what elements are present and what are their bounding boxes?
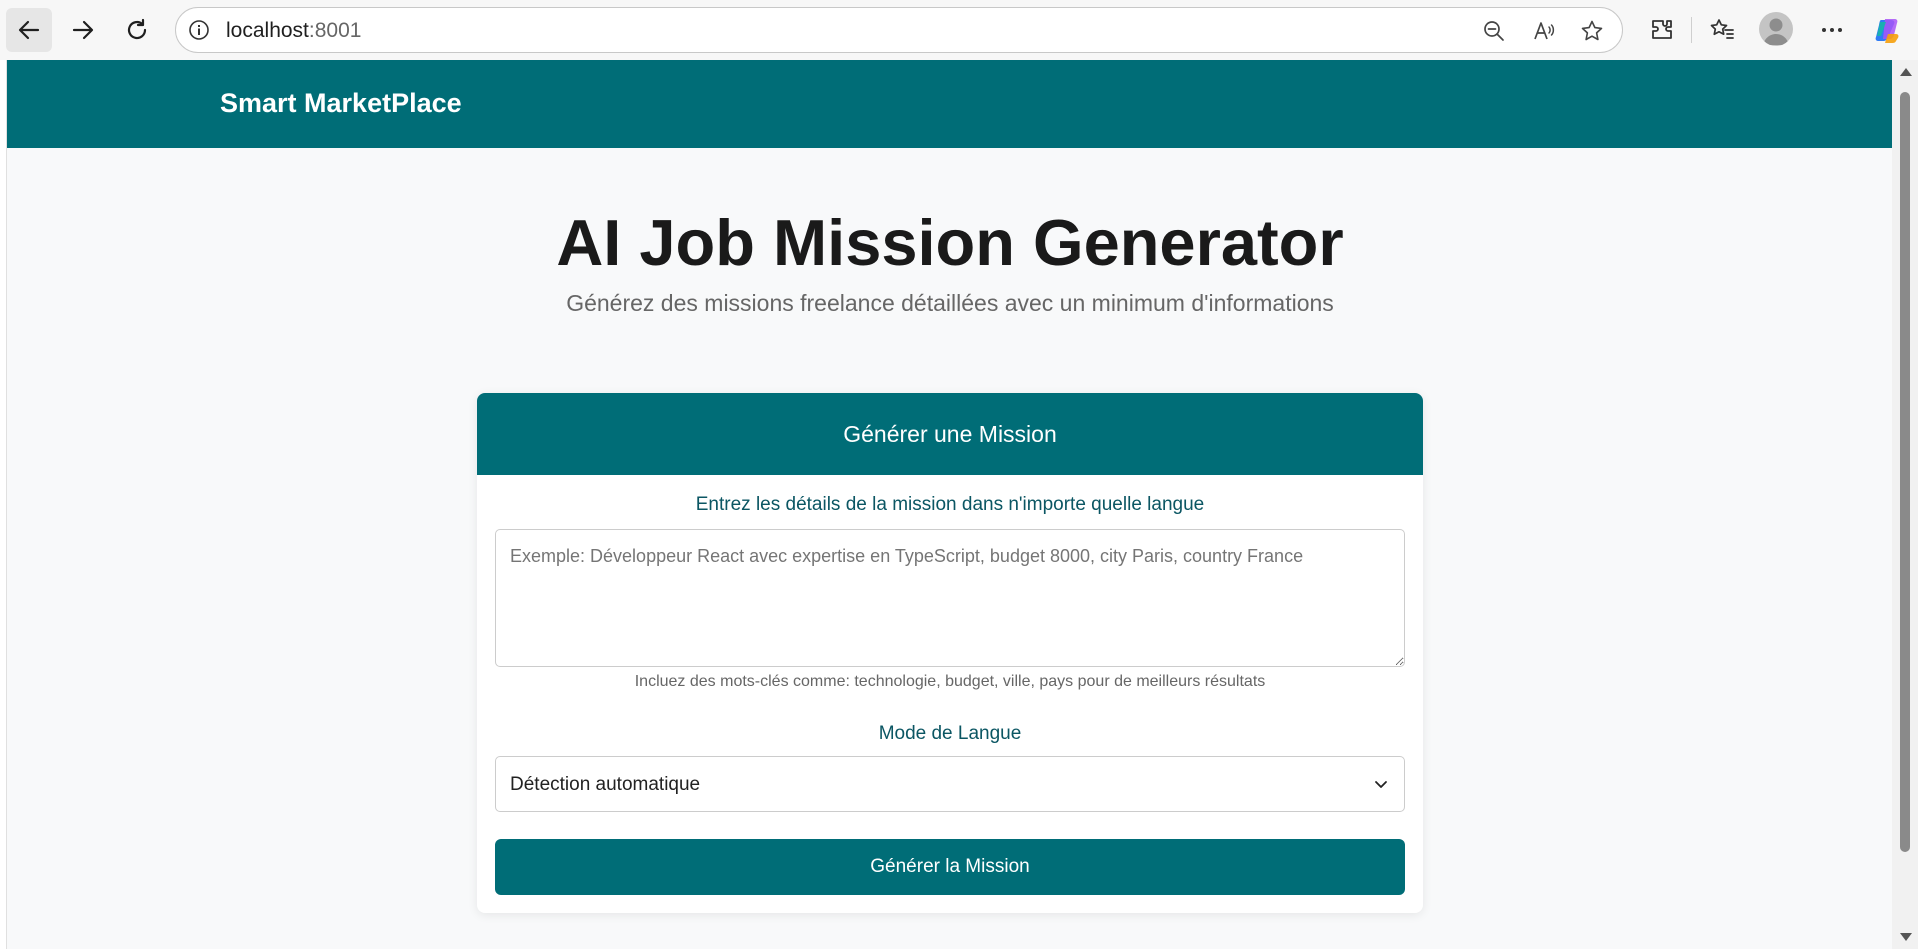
read-aloud-icon[interactable] — [1532, 19, 1556, 43]
favorites-icon[interactable] — [1708, 16, 1736, 44]
extensions-icon[interactable] — [1648, 16, 1676, 44]
scrollbar-thumb[interactable] — [1900, 92, 1910, 852]
mission-details-input[interactable] — [495, 529, 1405, 667]
copilot-icon[interactable] — [1872, 14, 1904, 46]
mission-details-hint: Incluez des mots-clés comme: technologie… — [634, 673, 1266, 690]
address-port: :8001 — [308, 19, 362, 42]
brand-logo-text[interactable]: Smart MarketPlace — [220, 88, 462, 119]
page-title: AI Job Mission Generator — [556, 206, 1344, 279]
reload-icon — [127, 18, 147, 40]
favorite-star-icon[interactable] — [1580, 19, 1604, 43]
back-button[interactable] — [6, 8, 52, 52]
generate-mission-button[interactable]: Générer la Mission — [495, 839, 1405, 895]
chevron-down-icon — [1375, 781, 1387, 788]
language-mode-select[interactable]: Détection automatique — [495, 756, 1405, 812]
address-bar[interactable]: localhost:8001 — [175, 7, 1623, 53]
profile-avatar[interactable] — [1759, 12, 1793, 46]
toolbar-divider — [1691, 17, 1692, 43]
scroll-up-arrow-icon[interactable] — [1900, 68, 1912, 76]
browser-toolbar: localhost:8001 — [0, 0, 1918, 60]
more-menu-icon[interactable] — [1818, 16, 1846, 44]
scroll-down-arrow-icon[interactable] — [1900, 933, 1912, 941]
address-host: localhost — [226, 19, 309, 42]
card-header: Générer une Mission — [477, 393, 1423, 475]
app-header: Smart MarketPlace — [7, 60, 1892, 148]
card-title: Générer une Mission — [843, 420, 1057, 447]
forward-button[interactable] — [60, 8, 106, 52]
page-viewport: Smart MarketPlace AI Job Mission Generat… — [6, 60, 1892, 949]
page-scrollbar[interactable] — [1892, 60, 1918, 949]
arrow-left-icon — [18, 20, 40, 40]
user-avatar-icon — [1763, 18, 1789, 45]
language-mode-label: Mode de Langue — [878, 723, 1022, 744]
zoom-out-icon[interactable] — [1482, 19, 1506, 43]
mission-details-label: Entrez les détails de la mission dans n'… — [695, 494, 1205, 515]
page-subtitle: Générez des missions freelance détaillée… — [566, 290, 1334, 316]
language-mode-value: Détection automatique — [510, 774, 701, 795]
mission-form-card: Générer une Mission Entrez les détails d… — [477, 393, 1423, 913]
arrow-right-icon — [72, 20, 94, 40]
info-icon[interactable] — [188, 19, 210, 41]
reload-button[interactable] — [114, 8, 160, 52]
address-text[interactable]: localhost:8001 — [226, 19, 361, 43]
